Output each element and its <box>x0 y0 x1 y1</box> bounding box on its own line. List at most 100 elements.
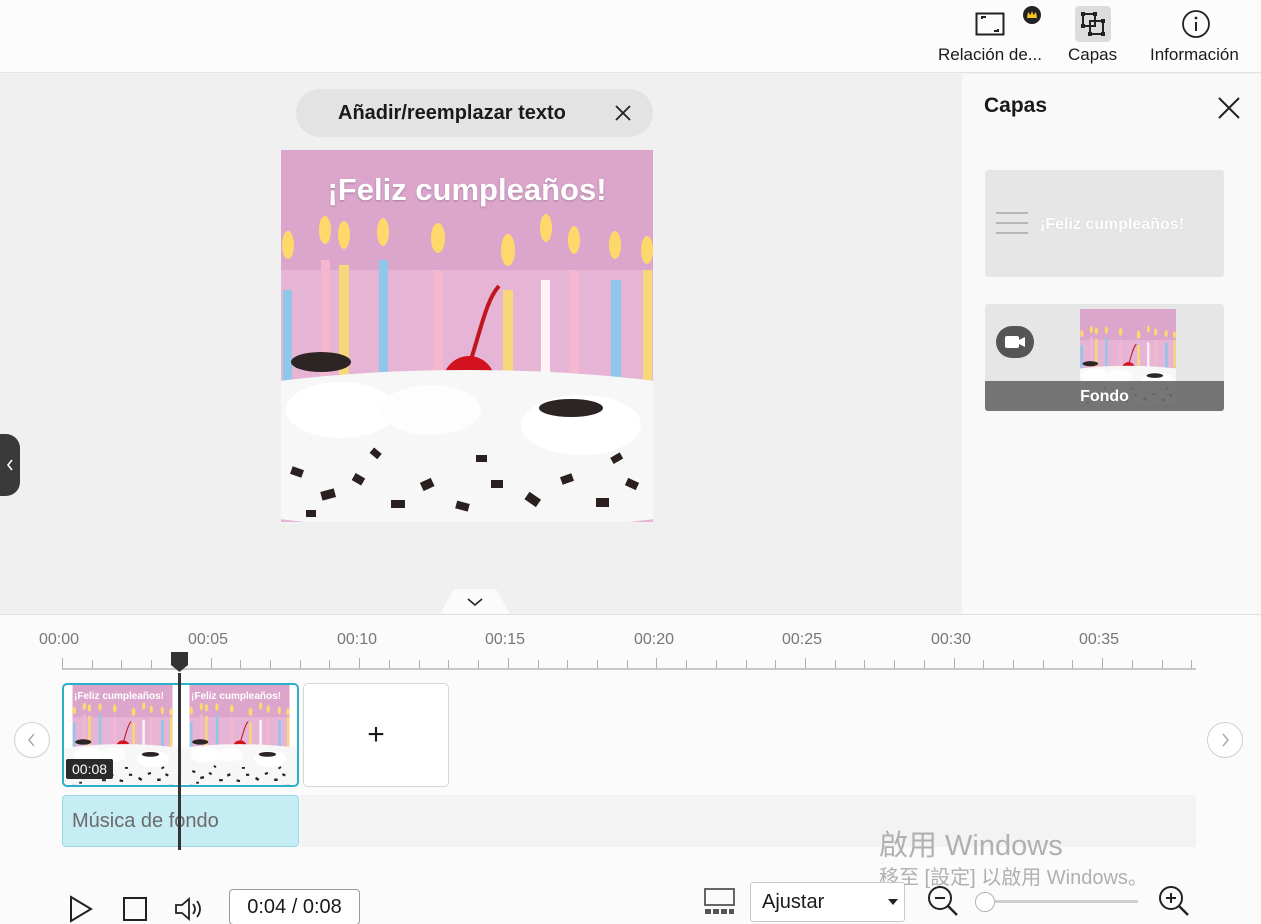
layers-panel: Capas ¡Feliz cumpleaños! Fondo <box>962 74 1261 614</box>
scroll-right-button[interactable] <box>1207 722 1243 758</box>
add-replace-text-pill[interactable]: Añadir/reemplazar texto <box>296 89 653 137</box>
stop-icon[interactable] <box>122 896 148 922</box>
tick-label: 00:25 <box>782 631 823 648</box>
info-icon <box>1178 6 1214 42</box>
zoom-fit-value: Ajustar <box>762 891 825 913</box>
ruler-tick <box>686 660 688 669</box>
activation-watermark-subtitle: 移至 [設定] 以啟用 Windows。 <box>879 867 1148 889</box>
ruler-tick <box>62 658 63 669</box>
storyboard-view-icon[interactable] <box>703 887 736 917</box>
video-editor-window: Relación de... Capas Información Añadir/… <box>0 0 1261 924</box>
video-camera-icon <box>996 326 1034 358</box>
tick-label: 00:00 <box>39 631 80 648</box>
playhead-handle[interactable] <box>170 651 189 673</box>
text-layer-label: ¡Feliz cumpleaños! <box>1040 216 1185 233</box>
ruler-tick <box>745 660 747 669</box>
zoom-slider-thumb[interactable] <box>975 892 995 912</box>
ruler-tick <box>359 658 361 669</box>
ruler-tick <box>329 660 331 669</box>
ruler-tick <box>1102 658 1104 669</box>
ruler-tick <box>567 660 569 669</box>
background-layer-label: Fondo <box>1080 388 1129 405</box>
zoom-in-icon[interactable] <box>1158 885 1190 917</box>
ruler-tick <box>537 660 539 669</box>
close-panel-icon[interactable] <box>1217 96 1241 120</box>
top-toolbar: Relación de... Capas Información <box>0 0 1261 73</box>
activation-watermark-title: 啟用 Windows <box>879 830 1063 862</box>
ruler-tick <box>448 660 450 669</box>
play-icon[interactable] <box>68 895 94 923</box>
volume-icon[interactable] <box>173 895 205 923</box>
ruler-tick <box>894 660 896 669</box>
zoom-fit-select[interactable]: Ajustar <box>750 882 905 922</box>
tick-label: 00:30 <box>931 631 972 648</box>
text-lines-icon <box>996 212 1028 234</box>
ruler-tick <box>1072 660 1074 669</box>
close-icon[interactable] <box>613 103 633 123</box>
ruler-tick <box>805 658 806 669</box>
preview-area: Añadir/reemplazar texto ¡Feliz cumpleaño… <box>0 74 962 614</box>
ruler-tick <box>240 660 242 669</box>
ruler-tick <box>834 660 836 669</box>
ruler-tick <box>270 660 272 669</box>
premium-crown-icon <box>1023 6 1041 24</box>
ruler-tick <box>1042 660 1044 669</box>
ruler-tick <box>210 658 212 669</box>
ruler-tick <box>151 660 153 669</box>
add-replace-text-label: Añadir/reemplazar texto <box>338 101 566 124</box>
zoom-slider-track[interactable] <box>985 900 1138 903</box>
zoom-out-icon[interactable] <box>927 885 959 917</box>
tick-label: 00:35 <box>1079 631 1120 648</box>
text-layer-card[interactable]: ¡Feliz cumpleaños! <box>985 170 1224 277</box>
add-clip-button[interactable]: + <box>303 683 449 787</box>
ruler-tick <box>656 658 658 669</box>
ruler-tick <box>1191 660 1193 669</box>
canvas-title-text[interactable]: ¡Feliz cumpleaños! <box>281 172 653 208</box>
ruler-tick <box>1161 660 1163 669</box>
ruler-tick <box>1131 660 1133 669</box>
tick-label: 00:05 <box>188 631 229 648</box>
timeline-panel: 00:00 00:05 00:10 00:15 00:20 00:25 00:3… <box>0 614 1261 924</box>
playhead-line <box>178 673 181 850</box>
collapse-preview-button[interactable] <box>440 589 510 614</box>
aspect-ratio-icon <box>972 6 1008 42</box>
video-canvas[interactable]: ¡Feliz cumpleaños! <box>281 150 653 522</box>
clip-frame: ¡Feliz cumpleaños! <box>181 685 298 785</box>
layers-panel-title: Capas <box>984 94 1048 117</box>
layers-button[interactable]: Capas <box>1068 6 1117 65</box>
ruler-tick <box>507 658 509 669</box>
left-panel-toggle[interactable] <box>0 434 20 496</box>
ruler-tick <box>91 660 93 669</box>
dropdown-arrow-icon <box>888 899 898 905</box>
clip-duration-badge: 00:08 <box>66 759 114 779</box>
time-display: 0:04 / 0:08 <box>229 889 360 924</box>
ruler-tick <box>626 660 628 669</box>
info-button[interactable]: Información <box>1150 6 1239 65</box>
ruler-tick <box>388 660 390 669</box>
background-layer-card[interactable]: Fondo <box>985 304 1224 411</box>
clip-title-text: ¡Feliz cumpleaños! <box>74 691 165 702</box>
ruler-tick <box>299 660 301 669</box>
layers-icon <box>1074 6 1111 42</box>
layers-label: Capas <box>1068 45 1118 64</box>
chevron-down-icon <box>467 597 483 606</box>
tick-label: 00:20 <box>634 631 675 648</box>
chevron-right-icon <box>1222 733 1229 747</box>
ruler-tick <box>1013 660 1015 669</box>
clip-title-text: ¡Feliz cumpleaños! <box>191 691 282 702</box>
ruler-tick <box>418 660 420 669</box>
chevron-left-icon <box>6 459 13 471</box>
ruler-tick <box>121 660 123 669</box>
info-label: Información <box>1150 45 1239 64</box>
ruler-tick <box>596 660 598 669</box>
ruler-tick <box>478 660 480 669</box>
ruler-tick <box>715 660 717 669</box>
chevron-left-icon <box>28 733 35 747</box>
timeline-ruler[interactable] <box>62 668 1196 670</box>
ruler-tick <box>775 660 777 669</box>
scroll-left-button[interactable] <box>14 722 50 758</box>
ruler-tick <box>953 658 955 669</box>
aspect-ratio-label: Relación de... <box>938 45 1042 64</box>
plus-icon: + <box>367 718 385 751</box>
tick-label: 00:10 <box>337 631 378 648</box>
